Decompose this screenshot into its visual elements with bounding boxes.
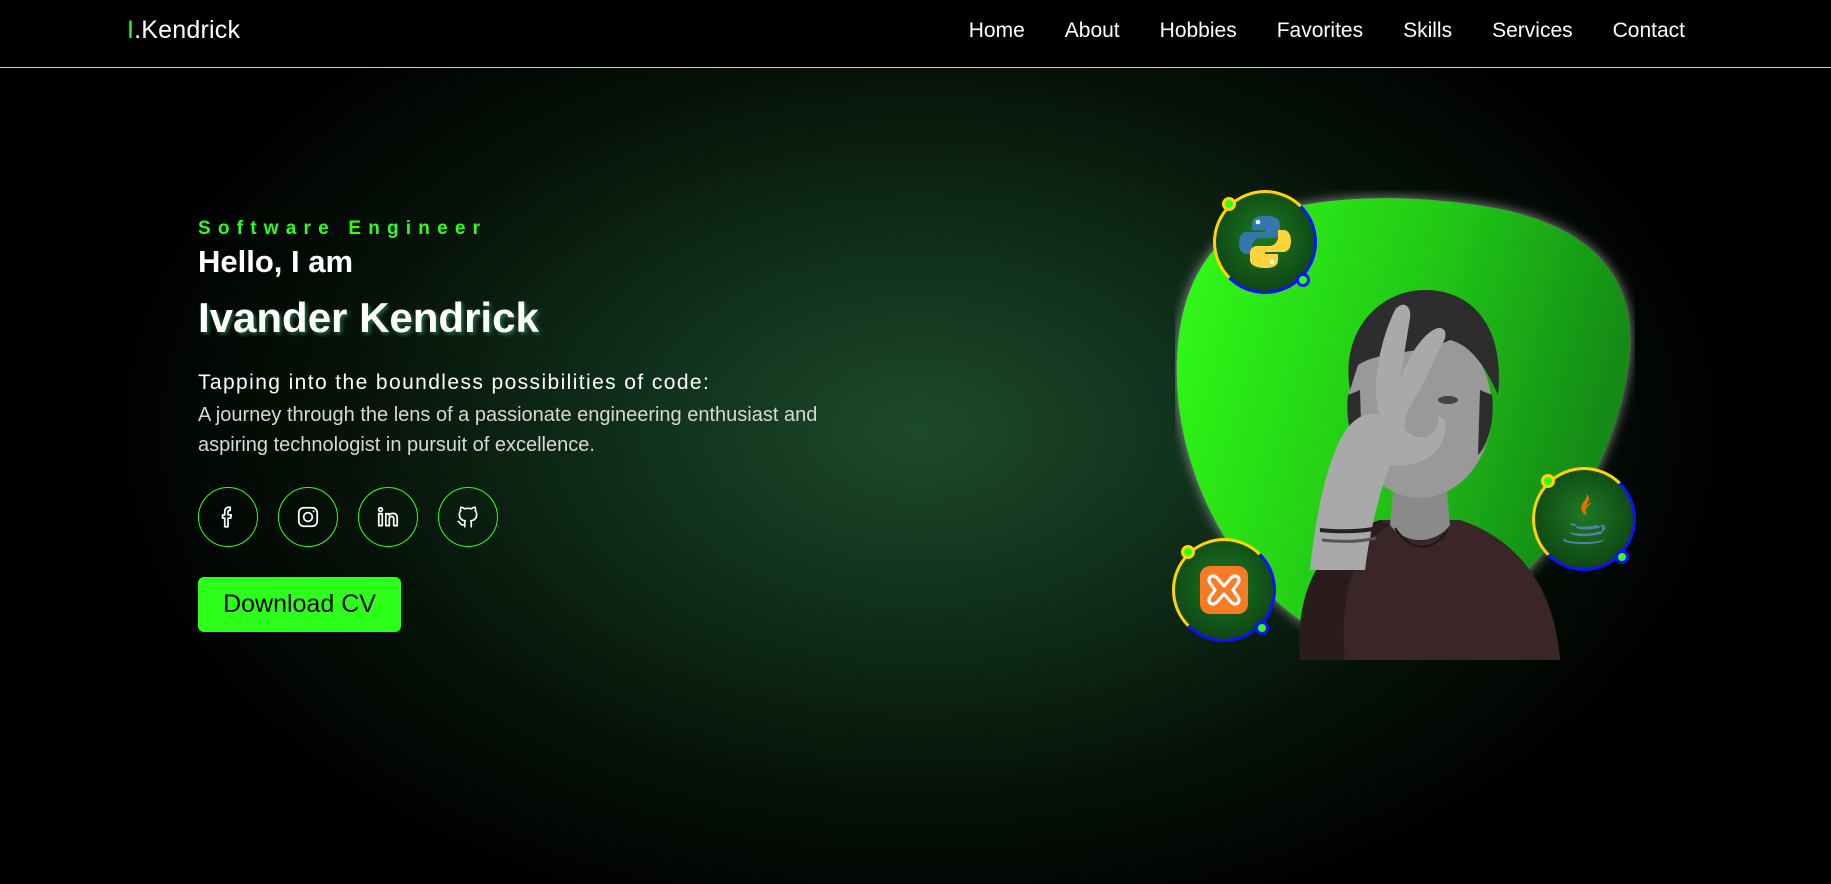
profile-portrait	[1299, 290, 1560, 660]
java-icon	[1563, 493, 1606, 544]
facebook-icon	[221, 506, 233, 528]
hero-greeting: Hello, I am	[198, 244, 354, 279]
linkedin-link[interactable]	[358, 487, 418, 547]
navbar: I.Kendrick Home About Hobbies Favorites …	[0, 0, 1831, 68]
instagram-icon	[297, 506, 319, 528]
hero-name: Ivander Kendrick	[198, 294, 539, 341]
badge-dot	[1296, 273, 1310, 287]
nav-services[interactable]: Services	[1492, 19, 1573, 43]
nav-hobbies[interactable]: Hobbies	[1160, 19, 1237, 43]
nav-skills[interactable]: Skills	[1403, 19, 1452, 43]
nav-home[interactable]: Home	[969, 19, 1025, 43]
instagram-link[interactable]	[278, 487, 338, 547]
python-icon	[1239, 216, 1291, 268]
linkedin-icon	[377, 506, 399, 527]
github-icon	[457, 506, 478, 528]
badge-dot	[1541, 474, 1555, 488]
xampp-icon	[1200, 566, 1248, 614]
nav-links: Home About Hobbies Favorites Skills Serv…	[929, 19, 1685, 43]
nav-contact[interactable]: Contact	[1613, 19, 1685, 43]
xampp-badge	[1172, 538, 1276, 642]
site-logo[interactable]: I.Kendrick	[127, 16, 240, 45]
hero-subtitle: Software Engineer	[198, 218, 488, 239]
download-cv-button[interactable]: Download CV	[198, 577, 401, 632]
python-badge	[1213, 190, 1317, 294]
logo-text: .Kendrick	[134, 16, 241, 44]
nav-about[interactable]: About	[1065, 19, 1120, 43]
page-background: I.Kendrick Home About Hobbies Favorites …	[0, 0, 1831, 884]
badge-dot	[1615, 550, 1629, 564]
hero-tagline: Tapping into the boundless possibilities…	[198, 371, 711, 394]
social-links	[198, 487, 518, 547]
badge-dot	[1222, 197, 1236, 211]
facebook-link[interactable]	[198, 487, 258, 547]
hero-description: A journey through the lens of a passiona…	[198, 404, 818, 456]
badge-dot	[1255, 621, 1269, 635]
badge-dot	[1181, 545, 1195, 559]
java-badge	[1532, 467, 1636, 571]
nav-favorites[interactable]: Favorites	[1277, 19, 1363, 43]
github-link[interactable]	[438, 487, 498, 547]
